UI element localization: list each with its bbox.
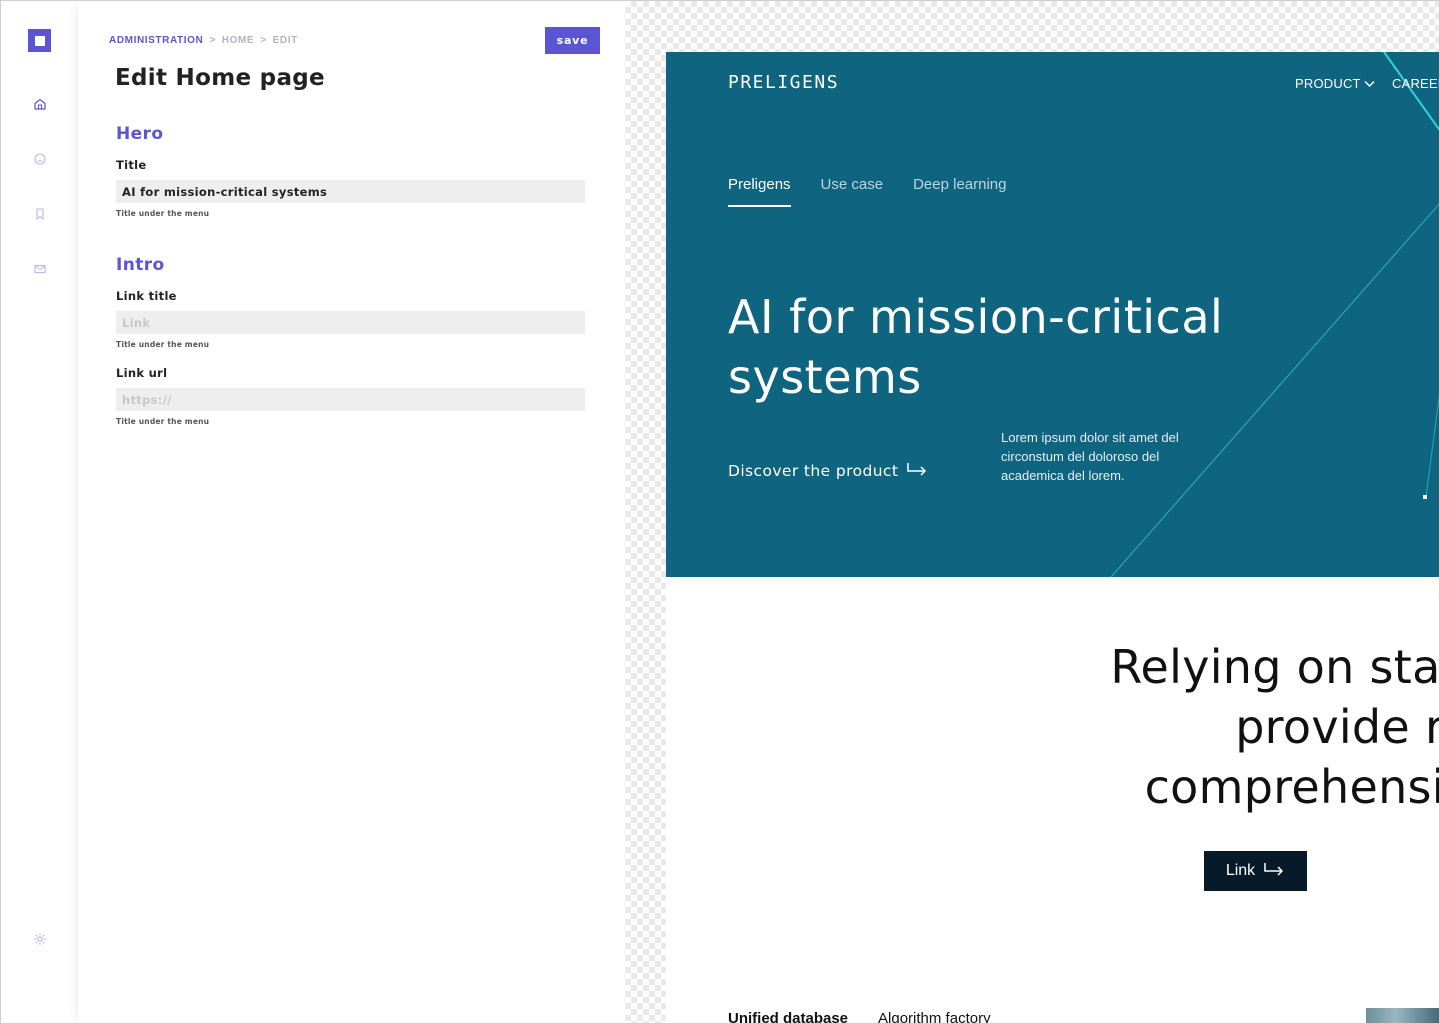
bookmark-icon[interactable] xyxy=(32,206,48,222)
nav-product[interactable]: PRODUCT xyxy=(1295,76,1375,91)
hero-title: AI for mission-critical systems xyxy=(728,290,1224,404)
link-title-field-label: Link title xyxy=(116,289,177,303)
link-url-field-hint: Title under the menu xyxy=(116,417,210,426)
brand-logo[interactable]: PRELIGENS xyxy=(728,72,839,93)
discover-product-link[interactable]: Discover the product xyxy=(728,462,928,480)
mail-icon[interactable] xyxy=(32,261,48,277)
link-button-label: Link xyxy=(1225,862,1256,879)
page-title: Edit Home page xyxy=(115,65,325,91)
arrow-return-icon xyxy=(906,462,928,480)
title-field[interactable]: AI for mission-critical systems xyxy=(116,180,585,203)
tab-deep-learning[interactable]: Deep learning xyxy=(913,176,1006,207)
title-field-hint: Title under the menu xyxy=(116,209,210,218)
tab-unified-database[interactable]: Unified database xyxy=(728,1010,848,1023)
link-url-field-label: Link url xyxy=(116,366,168,380)
breadcrumb-item-home[interactable]: HOME xyxy=(222,35,254,46)
smiley-icon[interactable] xyxy=(32,151,48,167)
home-icon[interactable] xyxy=(32,96,48,112)
site-preview: PRELIGENS PRODUCT CAREER Preligens Use c… xyxy=(666,52,1440,1023)
statement-text: Relying on state-of-the provide reliable… xyxy=(841,637,1440,817)
link-url-field[interactable]: https:// xyxy=(116,388,585,411)
title-field-label: Title xyxy=(116,158,147,172)
link-button[interactable]: Link xyxy=(1204,851,1307,891)
breadcrumb-separator: > xyxy=(260,35,267,46)
breadcrumb: ADMINISTRATION > HOME > EDIT xyxy=(109,35,298,46)
link-title-field[interactable]: Link xyxy=(116,311,585,334)
nav-product-label: PRODUCT xyxy=(1295,76,1361,91)
hero-description: Lorem ipsum dolor sit amet del circonstu… xyxy=(1001,430,1179,483)
tab-use-case[interactable]: Use case xyxy=(821,176,884,207)
app-window: ADMINISTRATION > HOME > EDIT save Edit H… xyxy=(0,0,1440,1024)
hero-tabs: Preligens Use case Deep learning xyxy=(728,176,1006,207)
arrow-return-icon xyxy=(1263,862,1285,881)
statement-line: Relying on state-of-the xyxy=(1110,640,1440,694)
hero-section: PRELIGENS PRODUCT CAREER Preligens Use c… xyxy=(666,52,1439,577)
preview-thumbnail-image xyxy=(1366,1008,1439,1023)
link-title-field-hint: Title under the menu xyxy=(116,340,210,349)
chevron-down-icon xyxy=(1364,76,1375,91)
bottom-tabs: Unified database Algorithm factory xyxy=(728,1010,991,1023)
app-logo-icon[interactable] xyxy=(28,29,51,52)
discover-product-label: Discover the product xyxy=(728,462,899,480)
nav-careers[interactable]: CAREER xyxy=(1392,76,1439,91)
section-title-intro: Intro xyxy=(116,255,165,275)
breadcrumb-separator: > xyxy=(209,35,216,46)
tab-preligens[interactable]: Preligens xyxy=(728,176,791,207)
section-title-hero: Hero xyxy=(116,124,164,144)
editor-panel: ADMINISTRATION > HOME > EDIT save Edit H… xyxy=(78,1,625,1023)
breadcrumb-item-edit: EDIT xyxy=(272,35,298,46)
breadcrumb-item-administration[interactable]: ADMINISTRATION xyxy=(109,35,203,46)
icon-rail xyxy=(1,1,78,1023)
statement-line: provide reliable a xyxy=(1235,700,1439,754)
save-button[interactable]: save xyxy=(545,27,600,54)
tab-algorithm-factory[interactable]: Algorithm factory xyxy=(878,1010,991,1023)
gear-icon[interactable] xyxy=(32,931,48,947)
statement-line: comprehensive inforr xyxy=(1144,760,1439,814)
